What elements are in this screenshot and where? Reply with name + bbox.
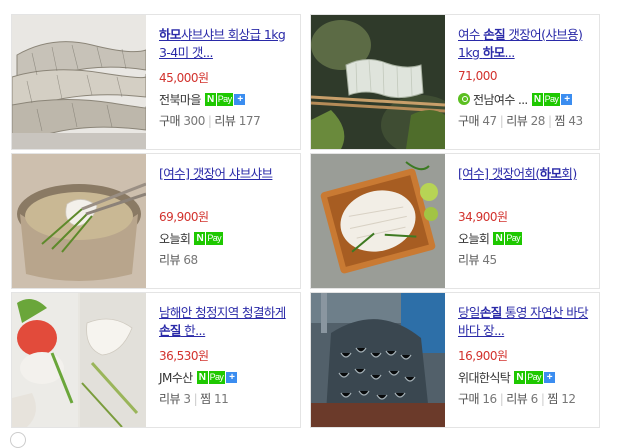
product-stats: 구매 300 | 리뷰 177 <box>159 114 261 128</box>
product-price: 16,900원 <box>458 349 508 363</box>
product-card[interactable]: 남해안 청정지역 청결하게 손질 한... 36,530원 JM수산 N Pay +… <box>11 292 301 428</box>
naver-pay-badge: N Pay + <box>531 92 573 106</box>
seller-name[interactable]: 오늘회 <box>458 230 490 247</box>
seller-name[interactable]: JM수산 <box>159 369 193 386</box>
product-stats: 구매 16 | 리뷰 6 | 찜 12 <box>458 392 576 406</box>
seller-name[interactable]: 전남여수 ... <box>473 91 528 108</box>
naver-pay-badge: N Pay <box>194 231 224 245</box>
product-stats: 리뷰 3 | 찜 11 <box>159 392 229 406</box>
product-title-link[interactable]: [여수] 갯장어회(하모회) <box>458 165 593 201</box>
product-title-link[interactable]: 남해안 청정지역 청결하게 손질 한... <box>159 304 294 340</box>
seller-name[interactable]: 위대한식탁 <box>458 369 511 386</box>
naver-pay-badge: N Pay <box>493 231 523 245</box>
product-thumbnail[interactable] <box>311 15 445 149</box>
product-thumbnail[interactable] <box>12 154 146 288</box>
product-price: 71,000 <box>458 69 498 83</box>
plus-icon: + <box>543 371 555 383</box>
product-thumbnail[interactable] <box>311 154 445 288</box>
product-title-link[interactable]: 여수 손질 갯장어(샤브용) 1kg 하모... <box>458 26 593 62</box>
naver-pay-badge: N Pay + <box>196 370 238 384</box>
product-thumbnail[interactable] <box>12 15 146 149</box>
product-card[interactable]: 여수 손질 갯장어(샤브용) 1kg 하모... 71,000 전남여수 ...… <box>310 14 600 150</box>
product-title-link[interactable]: [여수] 갯장어 샤브샤브 <box>159 165 294 201</box>
apple-icon <box>458 93 470 105</box>
product-card[interactable]: [여수] 갯장어회(하모회) 34,900원 오늘회 N Pay 리뷰 45 <box>310 153 600 289</box>
plus-icon: + <box>561 93 573 105</box>
product-stats: 리뷰 68 <box>159 253 198 267</box>
plus-icon: + <box>226 371 238 383</box>
product-price: 36,530원 <box>159 349 209 363</box>
product-card[interactable]: [여수] 갯장어 샤브샤브 69,900원 오늘회 N Pay 리뷰 68 <box>11 153 301 289</box>
seller-name[interactable]: 오늘회 <box>159 230 191 247</box>
product-stats: 리뷰 45 <box>458 253 497 267</box>
product-title-link[interactable]: 당일손질 통영 자연산 바닷 바다 장... <box>458 304 593 340</box>
naver-pay-badge: N Pay + <box>204 92 246 106</box>
product-price: 45,000원 <box>159 71 209 85</box>
product-card[interactable]: 당일손질 통영 자연산 바닷 바다 장... 16,900원 위대한식탁 N Pa… <box>310 292 600 428</box>
naver-pay-badge: N Pay + <box>514 370 555 384</box>
product-price: 69,900원 <box>159 210 209 224</box>
product-card[interactable]: 하모샤브샤브 회상급 1kg 3-4미 갯... 45,000원 전북마을 NP… <box>11 14 301 150</box>
product-price: 34,900원 <box>458 210 508 224</box>
product-thumbnail[interactable] <box>12 293 146 427</box>
more-button[interactable] <box>10 432 26 448</box>
seller-name[interactable]: 전북마을 <box>159 91 201 108</box>
product-title-link[interactable]: 하모샤브샤브 회상급 1kg 3-4미 갯... <box>159 26 294 62</box>
plus-icon: + <box>234 93 246 105</box>
product-thumbnail[interactable] <box>311 293 445 427</box>
product-stats: 구매 47 | 리뷰 28 | 찜 43 <box>458 114 583 128</box>
